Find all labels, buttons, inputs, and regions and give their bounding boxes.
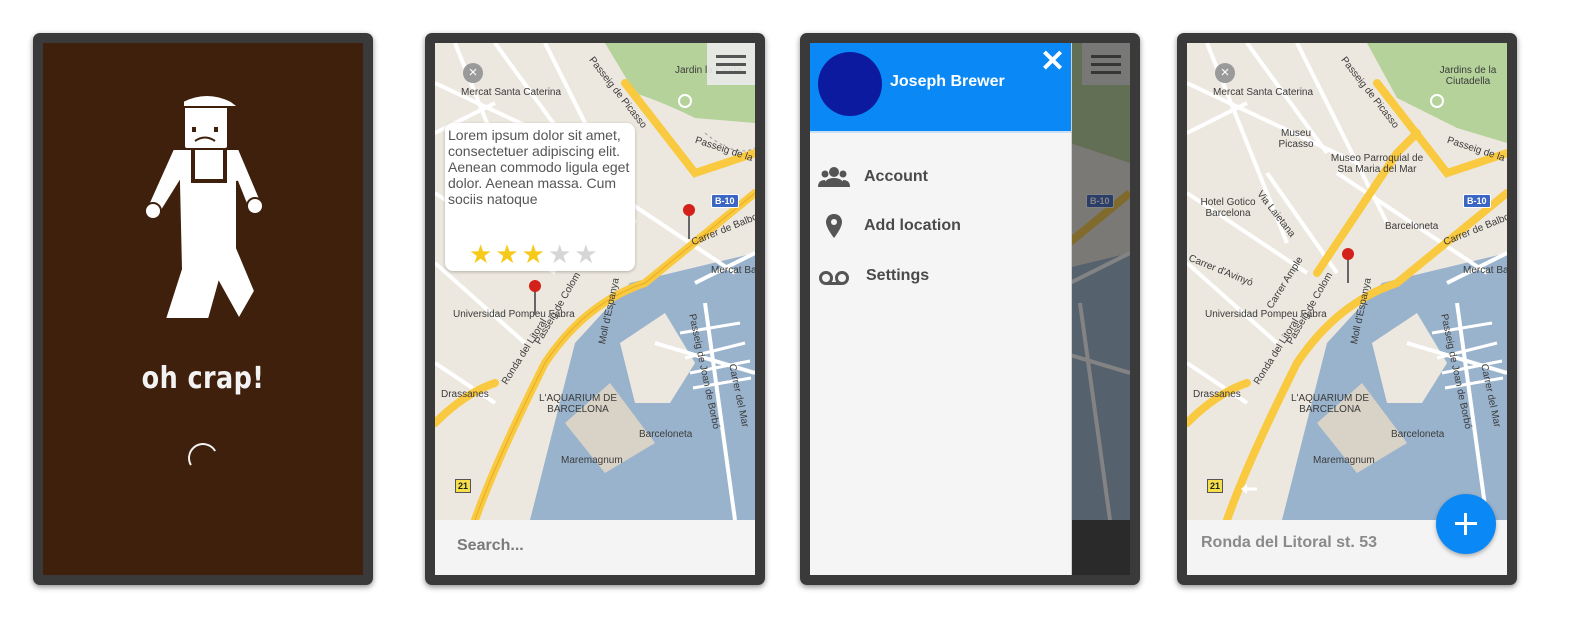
phone-map-review: Mercat Santa Caterina Jardin la Ciuda Pa…	[425, 33, 765, 585]
menu-item-label: Add location	[864, 217, 961, 234]
map-pin-icon[interactable]	[527, 279, 543, 315]
loading-spinner	[184, 439, 222, 477]
phone-error: oh crap!	[33, 33, 373, 585]
menu-item-add-location[interactable]: Add location	[810, 206, 1071, 246]
confused-worker-illustration	[144, 94, 264, 322]
map-label: Museu Picasso	[1278, 128, 1314, 150]
menu-item-account[interactable]: Account	[810, 157, 1071, 197]
map-address-screen: Mercat Santa Caterina Jardins de la Ciut…	[1187, 43, 1507, 575]
add-button[interactable]	[1436, 494, 1496, 554]
map-view[interactable]: Mercat Santa Caterina Jardin la Ciuda Pa…	[435, 43, 755, 520]
map-label: Mercat Barcelon	[1463, 265, 1507, 276]
star-icon[interactable]: ★	[548, 239, 574, 269]
highway-badge: B-10	[711, 194, 739, 208]
map-tiles	[435, 43, 755, 520]
close-icon[interactable]: ×	[463, 63, 483, 83]
divider	[810, 131, 1071, 133]
map-label: Mercat Santa Caterina	[461, 87, 562, 98]
error-screen: oh crap!	[43, 43, 363, 575]
close-icon[interactable]: ×	[1215, 63, 1235, 83]
phone-map-address: Mercat Santa Caterina Jardins de la Ciut…	[1177, 33, 1517, 585]
navigation-drawer: Joseph Brewer ✕ Account Add location Set…	[810, 43, 1072, 575]
search-bar	[435, 520, 755, 575]
star-icon[interactable]: ★	[495, 239, 521, 269]
map-label: Barceloneta	[1385, 221, 1439, 232]
map-label: Jardins de la Ciutadella	[1439, 65, 1497, 87]
menu-icon[interactable]	[707, 43, 755, 85]
map-review-screen: Mercat Santa Caterina Jardin la Ciuda Pa…	[435, 43, 755, 575]
map-label: Barceloneta	[1391, 429, 1445, 440]
menu-item-label: Account	[864, 168, 928, 185]
location-pin-icon	[826, 214, 842, 238]
close-icon[interactable]: ✕	[1040, 47, 1065, 77]
users-icon	[818, 167, 850, 187]
search-input[interactable]	[455, 536, 739, 556]
map-label: Maremagnum	[1313, 455, 1375, 466]
map-view[interactable]: Mercat Santa Caterina Jardins de la Ciut…	[1187, 43, 1507, 520]
map-label: Mercat Barcelon	[711, 265, 755, 276]
map-label: Drassanes	[1193, 389, 1241, 400]
user-name: Joseph Brewer	[890, 73, 1005, 90]
review-bubble: Lorem ipsum dolor sit amet, consectetuer…	[445, 123, 635, 271]
map-label: Mercat Santa Caterina	[1213, 87, 1314, 98]
map-label: L'AQUARIUM DE BARCELONA	[1290, 393, 1370, 415]
map-pin-icon[interactable]	[681, 203, 697, 239]
drawer-header: Joseph Brewer ✕	[810, 43, 1071, 131]
address-text: Ronda del Litoral st. 53	[1201, 534, 1378, 551]
route-badge: 21	[455, 479, 472, 493]
highway-badge: B-10	[1463, 194, 1491, 208]
phone-drawer: B-10 Joseph Brewer ✕	[800, 33, 1140, 585]
review-text: Lorem ipsum dolor sit amet, consectetuer…	[448, 127, 630, 207]
avatar[interactable]	[818, 52, 882, 116]
map-label: L'AQUARIUM DE BARCELONA	[538, 393, 618, 415]
map-label: Hotel Gotico Barcelona	[1200, 197, 1256, 219]
star-rating[interactable]: ★★★★★	[469, 239, 601, 270]
menu-item-label: Settings	[866, 267, 930, 284]
voicemail-icon	[819, 271, 849, 285]
menu-item-settings[interactable]: Settings	[810, 256, 1071, 296]
map-label: Museo Parroquial de Sta Maria del Mar	[1330, 153, 1424, 175]
star-icon[interactable]: ★	[469, 239, 495, 269]
star-icon[interactable]: ★	[574, 239, 600, 269]
error-message: oh crap!	[141, 361, 265, 396]
map-pin-icon[interactable]	[1340, 247, 1356, 283]
drawer-screen: B-10 Joseph Brewer ✕	[810, 43, 1130, 575]
route-badge: 21	[1207, 479, 1224, 493]
map-label: Drassanes	[441, 389, 489, 400]
map-label: Maremagnum	[561, 455, 623, 466]
map-label: Barceloneta	[639, 429, 693, 440]
star-icon[interactable]: ★	[522, 239, 548, 269]
